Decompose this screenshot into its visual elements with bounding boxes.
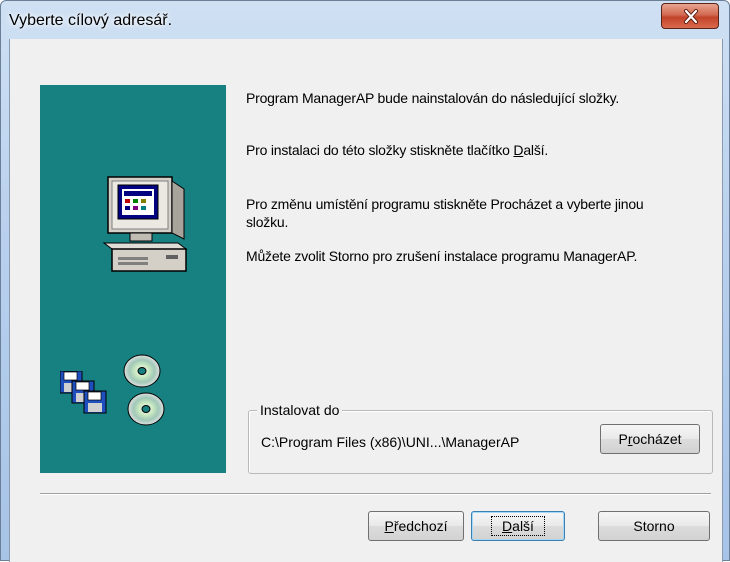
back-label: ředchozí xyxy=(393,518,448,534)
next-label: alší xyxy=(512,518,534,534)
browse-label-pre: P xyxy=(618,431,628,447)
install-location-legend: Instalovat do xyxy=(257,402,343,418)
back-button[interactable]: Předchozí xyxy=(368,511,464,541)
window-title: Vyberte cílový adresář. xyxy=(9,12,173,29)
install-path: C:\Program Files (x86)\UNI...\ManagerAP xyxy=(261,434,520,450)
info-text-next-post: alší. xyxy=(523,142,549,158)
dialog-body: Program ManagerAP bude nainstalován do n… xyxy=(9,39,723,562)
close-icon xyxy=(684,9,698,24)
side-graphic-panel xyxy=(40,85,226,473)
next-focus-rect: Další xyxy=(491,516,545,536)
info-text-browse-line1: Pro změnu umístění programu stiskněte Pr… xyxy=(246,196,644,212)
cancel-button[interactable]: Storno xyxy=(598,511,710,541)
browse-label-post: ocházet xyxy=(632,431,682,447)
title-bar[interactable]: Vyberte cílový adresář. xyxy=(1,1,729,39)
button-separator xyxy=(40,493,711,495)
next-button-hotkey: D xyxy=(502,518,513,534)
browse-button[interactable]: Pr ocházet xyxy=(600,424,700,454)
next-button[interactable]: Další xyxy=(471,511,565,541)
close-button[interactable] xyxy=(661,3,719,29)
back-hotkey: P xyxy=(384,518,394,534)
info-text-browse-line2: složku. xyxy=(246,214,289,230)
floppy-disks-icon xyxy=(60,371,107,414)
cd-disc-icon xyxy=(123,354,165,426)
info-text-cancel: Můžete zvolit Storno pro zrušení instala… xyxy=(246,248,638,264)
next-hotkey: D xyxy=(513,142,524,158)
info-text-next: Pro instalaci do této složky stiskněte t… xyxy=(246,141,548,159)
info-text-next-pre: Pro instalaci do této složky stiskněte t… xyxy=(246,142,514,158)
installer-window: Vyberte cílový adresář. Program ManagerA… xyxy=(0,0,730,562)
computer-icon xyxy=(102,176,188,272)
info-text-destination: Program ManagerAP bude nainstalován do n… xyxy=(246,90,620,106)
